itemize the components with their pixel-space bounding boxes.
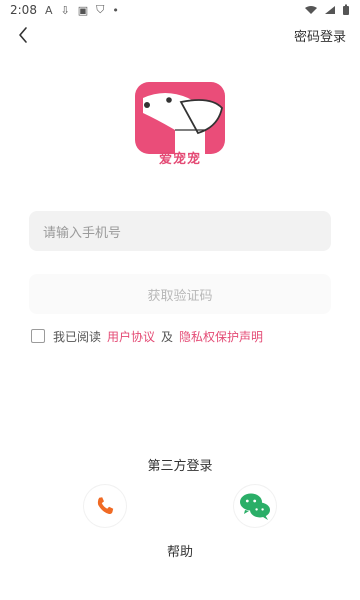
get-code-button[interactable]: 获取验证码 bbox=[29, 274, 331, 314]
status-time: 2:08 bbox=[10, 3, 37, 17]
agreement-row: 我已阅读 用户协议 及 隐私权保护声明 bbox=[31, 327, 263, 345]
wechat-login-button[interactable] bbox=[233, 484, 277, 528]
status-right bbox=[304, 4, 360, 16]
battery-icon bbox=[342, 4, 350, 16]
accessibility-icon: A bbox=[44, 3, 53, 17]
help-link[interactable]: 帮助 bbox=[0, 541, 360, 560]
agree-checkbox[interactable] bbox=[31, 329, 45, 343]
phone-login-button[interactable] bbox=[83, 484, 127, 528]
status-left: 2:08 A ⇩ ▣ ⛉ • bbox=[0, 3, 119, 17]
user-agreement-link[interactable]: 用户协议 bbox=[107, 328, 155, 345]
phone-icon bbox=[97, 497, 114, 515]
back-button[interactable] bbox=[10, 22, 36, 48]
image-icon: ▣ bbox=[77, 3, 89, 17]
agreement-prefix: 我已阅读 bbox=[53, 329, 102, 344]
dot-icon: • bbox=[112, 3, 119, 17]
logo-badge bbox=[135, 82, 225, 154]
chevron-left-icon bbox=[19, 27, 27, 43]
phone-input[interactable]: 请输入手机号 bbox=[29, 211, 331, 251]
password-login-link[interactable]: 密码登录 bbox=[294, 26, 346, 45]
phone-placeholder: 请输入手机号 bbox=[43, 225, 122, 241]
download-icon: ⇩ bbox=[60, 3, 70, 17]
nav-bar: 密码登录 bbox=[0, 20, 360, 50]
wifi-icon bbox=[304, 5, 318, 15]
brand-text: 爱宠宠 bbox=[158, 152, 201, 167]
dog-icon bbox=[143, 93, 223, 154]
shield-icon: ⛉ bbox=[96, 3, 105, 16]
third-party-title: 第三方登录 bbox=[147, 459, 213, 474]
status-bar: 2:08 A ⇩ ▣ ⛉ • bbox=[0, 0, 360, 20]
wechat-icon bbox=[240, 493, 270, 520]
app-logo: 爱宠宠 bbox=[133, 82, 227, 167]
agreement-mid: 及 bbox=[161, 329, 174, 344]
signal-icon bbox=[324, 5, 336, 15]
privacy-link[interactable]: 隐私权保护声明 bbox=[179, 328, 263, 345]
